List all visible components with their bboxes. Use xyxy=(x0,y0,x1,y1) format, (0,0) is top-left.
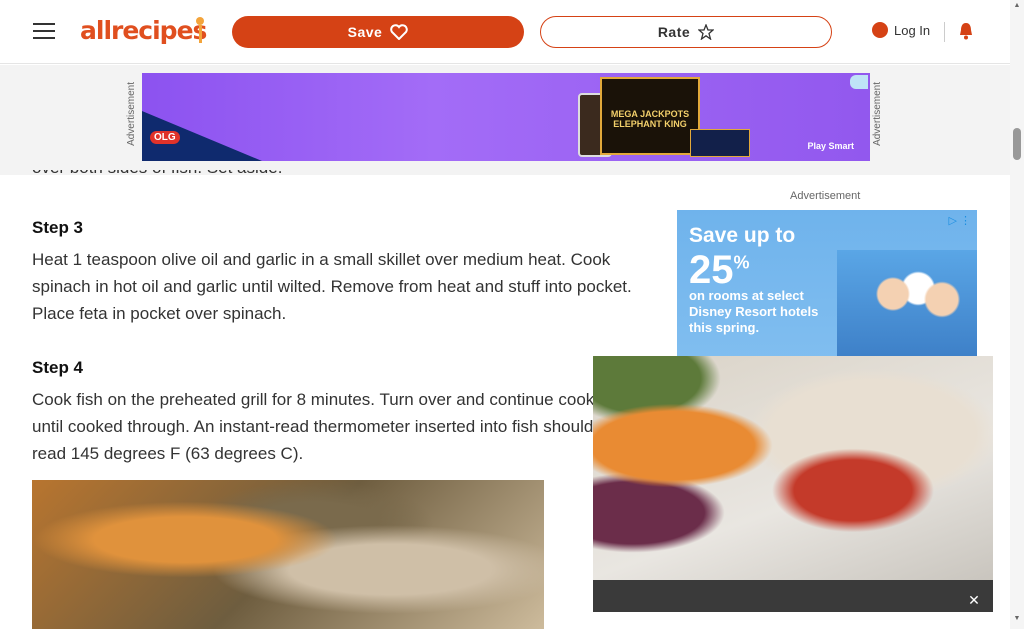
scroll-thumb[interactable] xyxy=(1013,128,1021,160)
step-text: Cook fish on the preheated grill for 8 m… xyxy=(32,390,617,463)
adchoices-icon[interactable] xyxy=(850,75,868,89)
side-ad-percent: 25% xyxy=(689,248,750,292)
adchoices-icon[interactable]: ▷ ⋮ xyxy=(948,214,971,227)
scroll-up-icon[interactable]: ▲ xyxy=(1010,2,1024,12)
video-control-bar xyxy=(593,580,993,612)
rate-button[interactable]: Rate xyxy=(540,16,832,48)
side-ad-label: Advertisement xyxy=(790,190,861,202)
star-icon xyxy=(698,24,715,40)
user-icon xyxy=(872,22,888,38)
close-icon[interactable]: ✕ xyxy=(963,590,985,610)
ad-game-thumb xyxy=(690,129,750,157)
step-text: Heat 1 teaspoon olive oil and garlic in … xyxy=(32,250,632,323)
step-3: Step 3 Heat 1 teaspoon olive oil and gar… xyxy=(32,218,632,327)
top-banner-ad[interactable]: OLG MEGA JACKPOTS ELEPHANT KING Play Sma… xyxy=(142,73,870,161)
ad-game-image: MEGA JACKPOTS ELEPHANT KING xyxy=(600,77,700,155)
bell-icon[interactable] xyxy=(958,22,974,40)
step-title: Step 4 xyxy=(32,358,84,377)
heart-icon xyxy=(390,24,409,40)
site-header: allrecipes Save Rate Log In xyxy=(0,0,1010,64)
side-ad-image xyxy=(837,250,977,360)
side-ad-headline: Save up to xyxy=(689,224,796,247)
save-button-label: Save xyxy=(347,24,383,40)
site-logo[interactable]: allrecipes xyxy=(80,16,207,45)
rate-button-label: Rate xyxy=(657,24,691,40)
ad-game-title: MEGA JACKPOTS ELEPHANT KING xyxy=(610,109,690,129)
scroll-down-icon[interactable]: ▼ xyxy=(1010,615,1024,625)
side-ad-body: on rooms at select Disney Resort hotels … xyxy=(689,288,819,335)
step-4: Step 4 Cook fish on the preheated grill … xyxy=(32,358,632,467)
login-label: Log In xyxy=(894,22,931,38)
step-title: Step 3 xyxy=(32,218,84,237)
save-button[interactable]: Save xyxy=(232,16,524,48)
logo-spoon-icon xyxy=(196,17,204,43)
ad-footer-text: Play Smart xyxy=(807,141,854,151)
ad-label-right: Advertisement xyxy=(872,82,883,146)
video-player[interactable] xyxy=(593,356,993,580)
login-link[interactable]: Log In xyxy=(872,22,930,38)
scrollbar[interactable]: ▲ ▼ xyxy=(1010,0,1024,629)
header-divider xyxy=(944,22,945,42)
menu-icon[interactable] xyxy=(33,18,55,42)
recipe-step-image xyxy=(32,480,544,629)
olg-logo: OLG xyxy=(150,131,180,144)
ad-label-left: Advertisement xyxy=(126,82,137,146)
